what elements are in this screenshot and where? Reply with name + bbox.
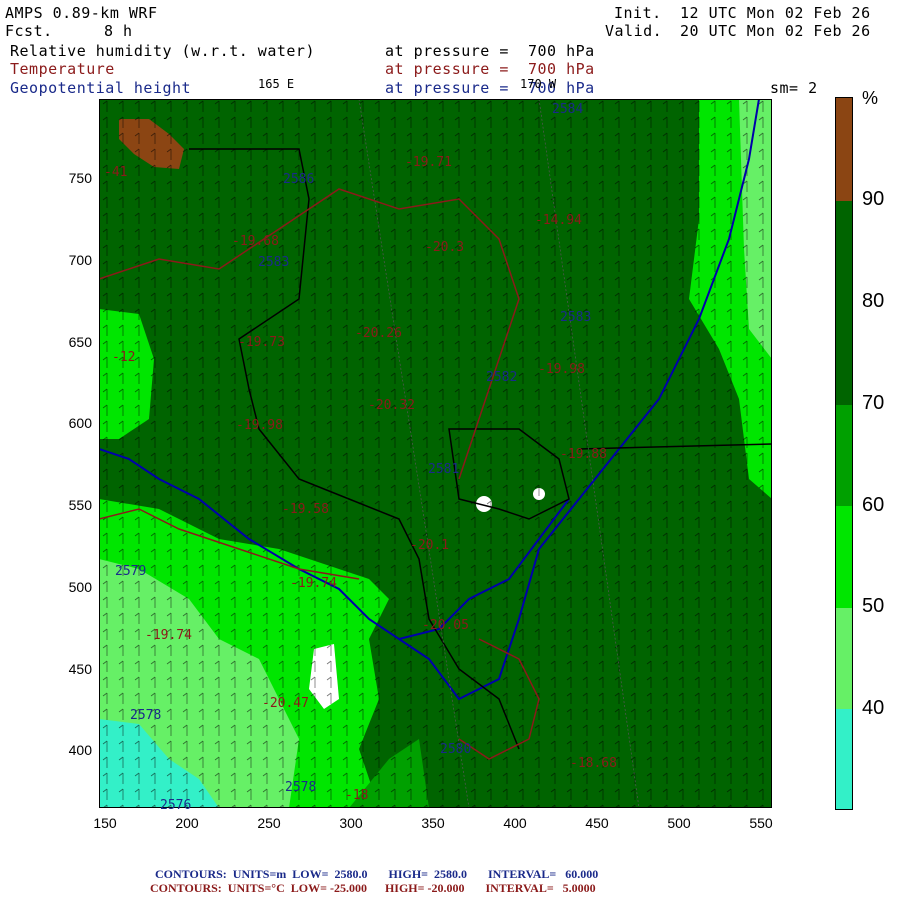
height-label-2: 2583 [258, 255, 290, 270]
colorbar-tick-40: 40 [862, 697, 885, 719]
x-tick-500: 500 [667, 815, 691, 831]
height-label-6: 2579 [115, 564, 147, 579]
temp-label-2: -20.3 [425, 240, 465, 255]
y-tick-450: 450 [68, 661, 92, 677]
x-tick-400: 400 [503, 815, 527, 831]
smoothing-label: sm= 2 [770, 79, 818, 97]
colorbar-unit: % [862, 88, 879, 108]
lon-165e-label: 165 E [258, 77, 295, 91]
height-label-8: 2580 [440, 742, 472, 757]
temp-label-3: -20.26 [355, 326, 402, 341]
height-label-0: 2584 [552, 102, 584, 117]
temp-label-6: -19.73 [238, 335, 285, 350]
y-tick-650: 650 [68, 334, 92, 350]
colorbar-bin-30-40 [836, 709, 852, 809]
x-tick-450: 450 [585, 815, 609, 831]
footer-temp-contours: CONTOURS: UNITS=°C LOW= -25.000 HIGH= -2… [150, 881, 596, 895]
colorbar-bin-60-70 [836, 405, 852, 506]
colorbar-bin-40-50 [836, 608, 852, 709]
temp-label-8: -19.88 [560, 447, 607, 462]
init-label: Init. [614, 4, 662, 22]
temp-label-17: -12 [112, 350, 136, 365]
y-tick-500: 500 [68, 579, 92, 595]
colorbar-tick-70: 70 [862, 392, 885, 414]
valid-label: Valid. [605, 22, 663, 40]
model-title: AMPS 0.89-km WRF [5, 4, 158, 22]
field-height-level: at pressure = 700 hPa [385, 79, 595, 97]
y-tick-600: 600 [68, 415, 92, 431]
temp-label-15: -19.74 [145, 628, 192, 643]
temp-label-12: -19.74 [290, 576, 337, 591]
forecast-value: 8 h [104, 22, 133, 40]
x-tick-150: 150 [93, 815, 117, 831]
colorbar-bin-50-60 [836, 506, 852, 608]
forecast-label: Fcst. [5, 22, 53, 40]
colorbar-tick-90: 90 [862, 188, 885, 210]
height-label-1: 2586 [283, 172, 315, 187]
y-tick-700: 700 [68, 252, 92, 268]
temp-label-10: -20.1 [410, 538, 450, 553]
field-rh-name: Relative humidity (w.r.t. water) [10, 42, 315, 60]
init-value: 12 UTC Mon 02 Feb 26 [680, 4, 871, 22]
field-temp-name: Temperature [10, 60, 115, 78]
temp-label-13: -20.47 [262, 696, 309, 711]
x-tick-300: 300 [339, 815, 363, 831]
colorbar-bin-90-100 [836, 98, 852, 201]
height-label-4: 2582 [486, 370, 518, 385]
colorbar [835, 97, 853, 810]
valid-value: 20 UTC Mon 02 Feb 26 [680, 22, 871, 40]
colorbar-tick-80: 80 [862, 290, 885, 312]
y-tick-750: 750 [68, 170, 92, 186]
temp-label-14: -18.68 [570, 756, 617, 771]
temp-label-0: -19.71 [405, 155, 452, 170]
colorbar-bin-70-90 [836, 201, 852, 405]
field-rh-level: at pressure = 700 hPa [385, 42, 595, 60]
temp-label-4: -19.98 [538, 362, 585, 377]
height-label-3: 2583 [560, 310, 592, 325]
x-tick-550: 550 [749, 815, 773, 831]
temp-label-11: -20.05 [422, 618, 469, 633]
field-temp-level: at pressure = 700 hPa [385, 60, 595, 78]
height-label-7: 2578 [285, 780, 317, 795]
y-tick-550: 550 [68, 497, 92, 513]
x-tick-350: 350 [421, 815, 445, 831]
lon-170w-label: 170 W [520, 77, 557, 91]
temp-label-5: -20.32 [368, 398, 415, 413]
temp-label-19: -18 [345, 788, 369, 803]
colorbar-tick-50: 50 [862, 595, 885, 617]
y-tick-400: 400 [68, 742, 92, 758]
temp-label-7: -19.98 [236, 418, 283, 433]
height-label-5: 2581 [428, 462, 460, 477]
x-tick-200: 200 [175, 815, 199, 831]
height-label-9: 2578 [130, 708, 162, 723]
map-plot [99, 99, 772, 808]
colorbar-tick-60: 60 [862, 494, 885, 516]
height-label-10: 2576 [160, 798, 192, 813]
temp-label-9: -19.68 [232, 234, 279, 249]
temp-label-18: -41 [104, 165, 128, 180]
field-height-name: Geopotential height [10, 79, 192, 97]
temp-label-1: -14.94 [535, 213, 582, 228]
x-tick-250: 250 [257, 815, 281, 831]
footer-height-contours: CONTOURS: UNITS=m LOW= 2580.0 HIGH= 2580… [155, 867, 599, 881]
temp-label-16: -19.58 [282, 502, 329, 517]
